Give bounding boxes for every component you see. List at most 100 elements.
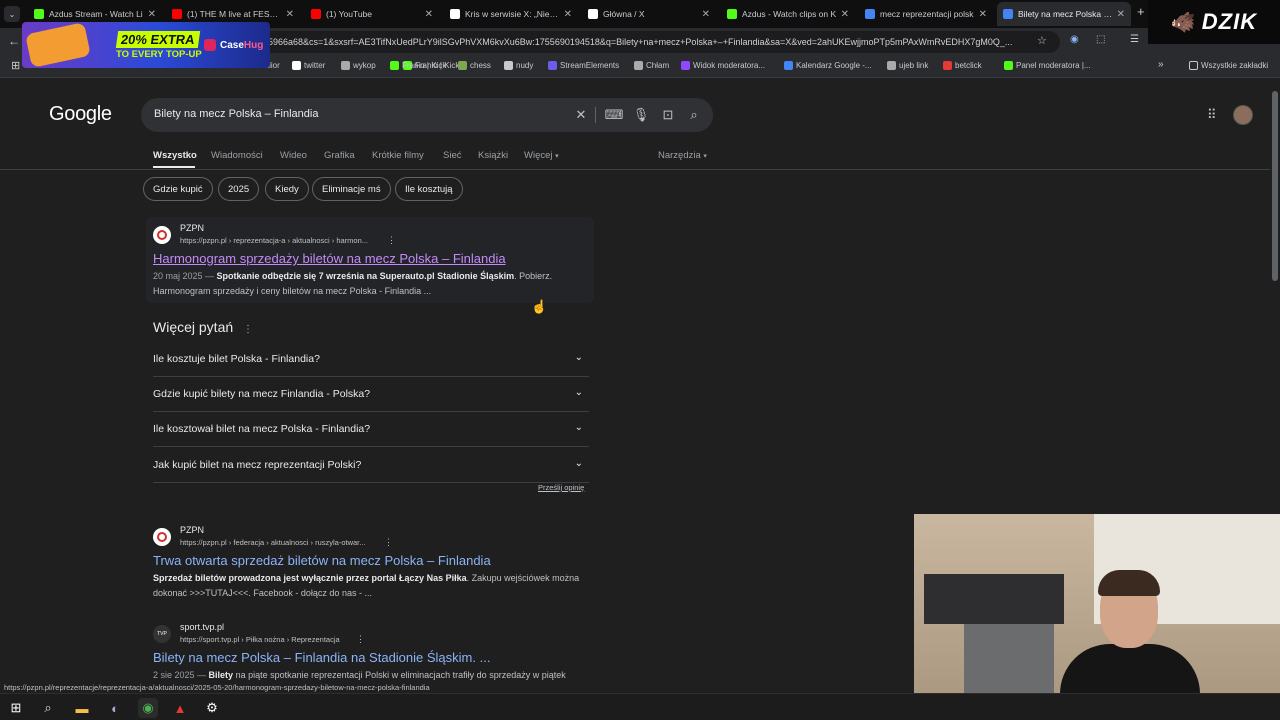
back-icon[interactable]: ←: [8, 34, 20, 48]
refinement-chip[interactable]: Eliminacje mś: [312, 177, 391, 201]
windows-start-icon[interactable]: ⊞: [6, 698, 26, 718]
browser-tab[interactable]: Azdus - Watch clips on K ✕: [721, 2, 855, 26]
close-icon[interactable]: ✕: [1117, 9, 1125, 20]
bookmark-item[interactable]: Franio | Kick: [390, 61, 446, 70]
kick-icon: [390, 61, 399, 70]
close-icon[interactable]: ✕: [979, 9, 987, 20]
microphone-icon[interactable]: 🎙: [632, 106, 650, 124]
close-icon[interactable]: ✕: [425, 9, 433, 20]
new-tab-button[interactable]: +: [1137, 4, 1145, 19]
result-url[interactable]: https://sport.tvp.pl › Piłka nożna › Rep…: [180, 635, 340, 644]
close-icon[interactable]: ✕: [286, 9, 294, 20]
search-tab[interactable]: Wideo: [280, 150, 307, 161]
search-tab[interactable]: Grafika: [324, 150, 355, 161]
browser-tab[interactable]: Główna / X ✕: [582, 2, 716, 26]
result-options-icon[interactable]: ⋮: [384, 537, 393, 548]
all-bookmarks[interactable]: Wszystkie zakładki: [1189, 61, 1268, 70]
result-url[interactable]: https://pzpn.pl › federacja › aktualnosc…: [180, 538, 366, 547]
browser-tab[interactable]: mecz reprezentacji polsk ✕: [859, 2, 993, 26]
lens-icon[interactable]: ⊡: [659, 106, 677, 124]
search-tab[interactable]: Sieć: [443, 150, 461, 161]
bookmark-item[interactable]: Kalendarz Google -...: [784, 61, 872, 70]
refinement-chip[interactable]: Gdzie kupić: [143, 177, 213, 201]
betclic-icon: [943, 61, 952, 70]
apps-icon[interactable]: ⊞: [11, 59, 20, 72]
close-icon[interactable]: ✕: [148, 9, 156, 20]
more-options-icon[interactable]: ⋮: [243, 324, 253, 335]
paa-question[interactable]: Gdzie kupić bilety na mecz Finlandia - P…: [153, 377, 589, 412]
tools-label: Narzędzia: [658, 150, 701, 161]
extensions-icon[interactable]: ⬚: [1096, 34, 1105, 45]
tvp-sport-icon: TVP: [153, 625, 171, 643]
result-title-link[interactable]: Trwa otwarta sprzedaż biletów na mecz Po…: [153, 553, 491, 568]
windows-taskbar: ⊞ ⌕ ▬ ◐ ◉ ▲ ⚙: [0, 693, 1280, 720]
search-tab[interactable]: Więcej ▾: [524, 150, 559, 161]
chevron-down-icon[interactable]: ⌄: [575, 352, 583, 363]
browser-tab[interactable]: (1) YouTube ✕: [305, 2, 439, 26]
bookmark-item[interactable]: ujeb link: [887, 61, 928, 70]
refinement-chip[interactable]: Kiedy: [265, 177, 309, 201]
search-icon[interactable]: ⌕: [685, 106, 703, 124]
close-icon[interactable]: ✕: [702, 9, 710, 20]
feedback-link[interactable]: Prześlij opinię: [538, 483, 584, 492]
result-options-icon[interactable]: ⋮: [387, 235, 396, 246]
chevron-down-icon[interactable]: ⌄: [575, 387, 583, 398]
chevron-down-icon[interactable]: ⌄: [575, 458, 583, 469]
scrollbar-thumb[interactable]: [1272, 91, 1278, 281]
bookmark-item[interactable]: Chłam: [634, 61, 669, 70]
bookmark-star-icon[interactable]: ☆: [1037, 34, 1047, 47]
bookmark-item[interactable]: betclick: [943, 61, 982, 70]
search-box[interactable]: Bilety na mecz Polska – Finlandia ✕ ⌨ 🎙 …: [141, 98, 713, 132]
bookmark-item[interactable]: twitter: [292, 61, 325, 70]
search-tab[interactable]: Książki: [478, 150, 508, 161]
tab-title: (1) THE M live at FESTIVAL: [187, 9, 282, 19]
keyboard-icon[interactable]: ⌨: [605, 106, 624, 124]
paa-question[interactable]: Jak kupić bilet na mecz reprezentacji Po…: [153, 448, 589, 483]
paa-question[interactable]: Ile kosztuje bilet Polska - Finlandia? ⌄: [153, 342, 589, 377]
search-input[interactable]: Bilety na mecz Polska – Finlandia: [154, 108, 318, 120]
browser-tab[interactable]: Kris w serwisie X: „Niech g ✕: [444, 2, 578, 26]
bookmark-item[interactable]: wykop: [341, 61, 376, 70]
result-title-link[interactable]: Harmonogram sprzedaży biletów na mecz Po…: [153, 251, 506, 266]
pzpn-icon: [153, 226, 171, 244]
clear-icon[interactable]: ✕: [572, 106, 590, 124]
app-icon[interactable]: ◐: [105, 698, 125, 718]
cast-icon[interactable]: ◉: [1070, 34, 1079, 45]
more-bookmarks-icon[interactable]: »: [1158, 59, 1164, 70]
file-explorer-icon[interactable]: ▬: [72, 698, 92, 718]
close-icon[interactable]: ✕: [564, 9, 572, 20]
close-icon[interactable]: ✕: [841, 9, 849, 20]
google-logo[interactable]: Google: [49, 103, 112, 126]
pzpn-icon-mark: [157, 230, 167, 240]
search-tab[interactable]: Wiadomości: [211, 150, 263, 161]
bookmark-item[interactable]: StreamElements: [548, 61, 619, 70]
avatar[interactable]: [1233, 105, 1253, 125]
result-url[interactable]: https://pzpn.pl › reprezentacja-a › aktu…: [180, 236, 368, 245]
address-bar[interactable]: 5966a68&cs=1&sxsrf=AE3TifNxUedPLrY9ilSGv…: [260, 31, 1060, 53]
chess-icon: [458, 61, 467, 70]
chrome-icon[interactable]: ◉: [138, 698, 158, 718]
snippet-bold: Sprzedaż biletów prowadzona jest wyłączn…: [153, 573, 467, 583]
tab-title: Główna / X: [603, 9, 645, 19]
app-icon[interactable]: ▲: [170, 698, 190, 718]
paa-question[interactable]: Ile kosztował bilet na mecz Polska - Fin…: [153, 412, 589, 447]
google-apps-icon[interactable]: ⠿: [1207, 107, 1217, 123]
paa-heading: Więcej pytań ⋮: [153, 319, 253, 335]
chevron-down-icon[interactable]: ⌄: [575, 422, 583, 433]
search-icon[interactable]: ⌕: [38, 698, 58, 718]
settings-gear-icon[interactable]: ⚙: [202, 698, 222, 718]
search-tab[interactable]: Wszystko: [153, 150, 197, 161]
tab-search-button[interactable]: ⌄: [4, 6, 20, 22]
result-options-icon[interactable]: ⋮: [356, 634, 365, 645]
refinement-chip[interactable]: 2025: [218, 177, 260, 201]
refinement-chip[interactable]: Ile kosztują: [395, 177, 463, 201]
menu-icon[interactable]: ☰: [1130, 34, 1139, 45]
bookmark-item[interactable]: Panel moderatora |...: [1004, 61, 1091, 70]
bookmark-item[interactable]: chess: [458, 61, 491, 70]
browser-tab[interactable]: Bilety na mecz Polska – Fi ✕: [997, 2, 1131, 26]
bookmark-item[interactable]: nudy: [504, 61, 533, 70]
bookmark-item[interactable]: Widok moderatora...: [681, 61, 765, 70]
tools-menu[interactable]: Narzędzia ▾: [658, 150, 707, 161]
search-tab[interactable]: Krótkie filmy: [372, 150, 424, 161]
result-title-link[interactable]: Bilety na mecz Polska – Finlandia na Sta…: [153, 650, 490, 665]
